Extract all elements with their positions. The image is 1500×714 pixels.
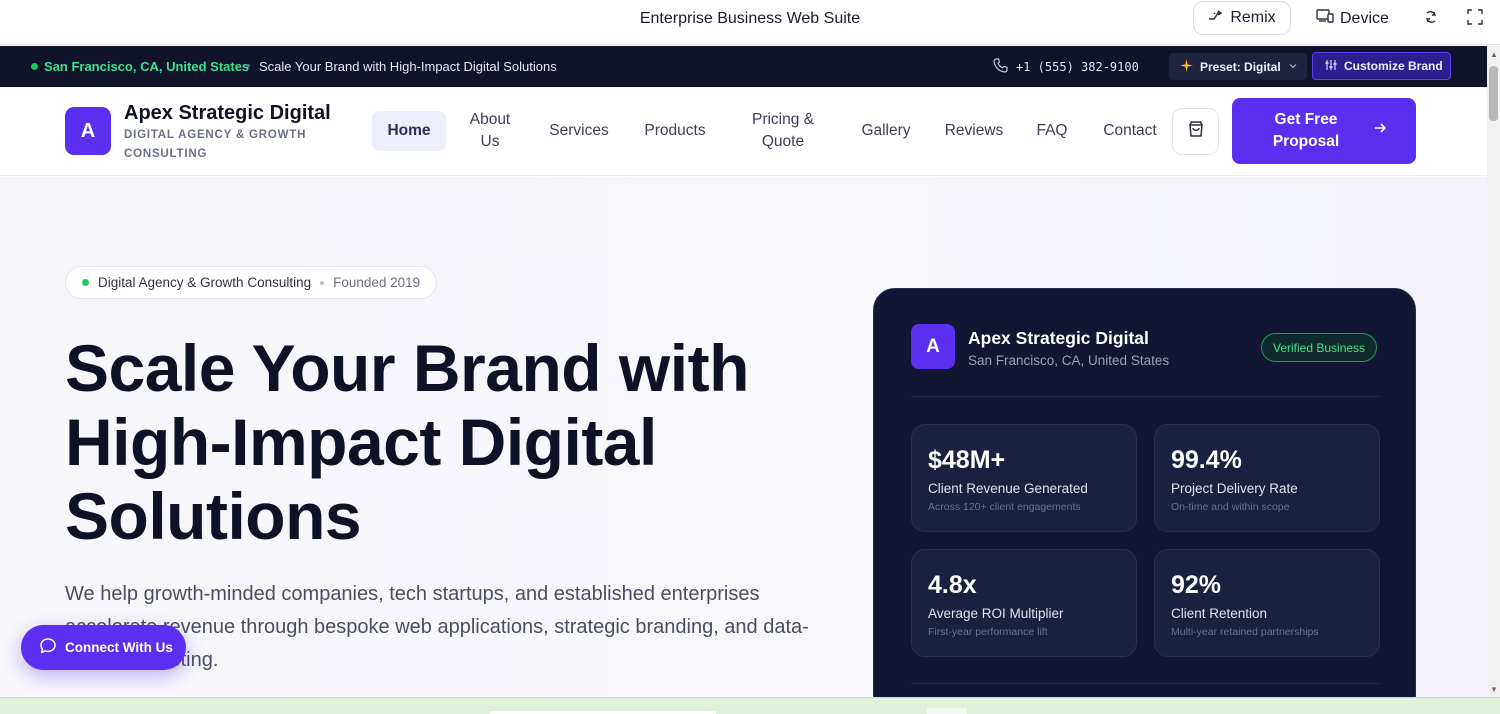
scroll-down-icon[interactable]: ▼ xyxy=(1490,685,1498,694)
sparkle-icon xyxy=(1180,58,1193,75)
stat-card-roi: 4.8x Average ROI Multiplier First-year p… xyxy=(911,549,1137,657)
nav-item-products[interactable]: Products xyxy=(639,120,711,142)
stat-value: 99.4% xyxy=(1171,446,1242,474)
nav-item-faq[interactable]: FAQ xyxy=(1032,120,1072,142)
tagline-text: Scale Your Brand with High-Impact Digita… xyxy=(259,59,557,74)
preset-dropdown[interactable]: Preset: Digital xyxy=(1169,53,1307,80)
brand-name[interactable]: Apex Strategic Digital xyxy=(124,102,331,125)
location-info: San Francisco, CA, United States xyxy=(31,59,249,74)
card-location: San Francisco, CA, United States xyxy=(968,353,1170,368)
connect-label: Connect With Us xyxy=(65,640,173,655)
stat-card-revenue: $48M+ Client Revenue Generated Across 12… xyxy=(911,424,1137,532)
chat-bubble-icon xyxy=(39,637,57,658)
pill-category: Digital Agency & Growth Consulting xyxy=(98,275,312,290)
cart-button[interactable] xyxy=(1172,108,1219,155)
stat-value: 92% xyxy=(1171,571,1222,599)
cta-label: Get Free Proposal xyxy=(1272,111,1340,150)
customize-label: Customize Brand xyxy=(1344,59,1443,73)
stat-sub: Multi-year retained partnerships xyxy=(1171,626,1319,638)
stat-value: $48M+ xyxy=(928,446,1006,474)
stat-value: 4.8x xyxy=(928,571,977,599)
arrow-right-icon xyxy=(1373,120,1387,142)
nav-item-reviews[interactable]: Reviews xyxy=(941,120,1007,142)
remix-icon xyxy=(1208,9,1223,28)
stat-label: Project Delivery Rate xyxy=(1171,481,1298,496)
pill-separator-dot xyxy=(320,280,325,285)
scroll-thumb[interactable] xyxy=(1489,66,1498,121)
device-button[interactable]: Device xyxy=(1316,9,1389,28)
divider xyxy=(911,683,1379,684)
nav-item-gallery[interactable]: Gallery xyxy=(855,120,917,142)
shopping-bag-icon xyxy=(1186,119,1206,144)
status-dot-icon xyxy=(31,63,38,70)
divider xyxy=(911,396,1379,397)
sliders-icon xyxy=(1325,59,1337,74)
main-navbar: A Apex Strategic Digital DIGITAL AGENCY … xyxy=(0,87,1487,176)
nav-item-contact[interactable]: Contact xyxy=(1097,120,1163,142)
stat-sub: First-year performance lift xyxy=(928,626,1048,638)
stat-card-retention: 92% Client Retention Multi-year retained… xyxy=(1154,549,1380,657)
stat-card-delivery: 99.4% Project Delivery Rate On-time and … xyxy=(1154,424,1380,532)
business-stats-card: A Apex Strategic Digital San Francisco, … xyxy=(873,288,1416,714)
stat-label: Average ROI Multiplier xyxy=(928,606,1064,621)
card-business-name: Apex Strategic Digital xyxy=(968,328,1149,348)
customize-brand-button[interactable]: Customize Brand xyxy=(1312,52,1451,80)
fullscreen-icon[interactable] xyxy=(1467,9,1483,30)
nav-item-services[interactable]: Services xyxy=(545,120,613,142)
pill-founded: Founded 2019 xyxy=(333,275,421,290)
separator: • xyxy=(246,58,251,73)
phone-icon xyxy=(993,58,1008,76)
card-logo: A xyxy=(911,324,955,369)
stat-sub: On-time and within scope xyxy=(1171,501,1290,513)
chevron-down-icon xyxy=(1288,60,1298,74)
phone-text: +1 (555) 382-9100 xyxy=(1016,60,1139,74)
connect-with-us-button[interactable]: Connect With Us xyxy=(21,625,186,670)
stat-label: Client Revenue Generated xyxy=(928,481,1088,496)
location-text: San Francisco, CA, United States xyxy=(44,59,250,74)
refresh-icon[interactable] xyxy=(1423,9,1439,30)
brand-logo[interactable]: A xyxy=(65,107,111,155)
bottom-preview-strip xyxy=(0,697,1500,714)
get-free-proposal-button[interactable]: Get Free Proposal xyxy=(1232,98,1416,164)
device-label: Device xyxy=(1340,9,1389,27)
page-scrollbar[interactable]: ▲ ▼ xyxy=(1487,46,1500,697)
status-dot-icon xyxy=(82,279,89,286)
phone-link[interactable]: +1 (555) 382-9100 xyxy=(993,58,1139,76)
device-icon xyxy=(1316,9,1334,28)
category-pill: Digital Agency & Growth Consulting Found… xyxy=(65,266,438,299)
scroll-up-icon[interactable]: ▲ xyxy=(1490,50,1498,59)
brand-subtitle: DIGITAL AGENCY & GROWTH CONSULTING xyxy=(124,129,307,160)
hero-headline: Scale Your Brand with High-Impact Digita… xyxy=(65,331,749,553)
stat-sub: Across 120+ client engagements xyxy=(928,501,1081,513)
stat-label: Client Retention xyxy=(1171,606,1268,621)
remix-label: Remix xyxy=(1230,9,1276,26)
bottom-tab xyxy=(927,708,967,714)
remix-button[interactable]: Remix xyxy=(1193,1,1291,35)
verified-badge: Verified Business xyxy=(1261,333,1378,362)
nav-item-about[interactable]: About Us xyxy=(460,109,520,153)
nav-item-pricing[interactable]: Pricing & Quote xyxy=(738,109,828,153)
nav-item-home[interactable]: Home xyxy=(372,111,446,151)
app-chrome-bar: Enterprise Business Web Suite Remix Devi… xyxy=(0,0,1500,45)
preset-label: Preset: Digital xyxy=(1200,59,1281,74)
